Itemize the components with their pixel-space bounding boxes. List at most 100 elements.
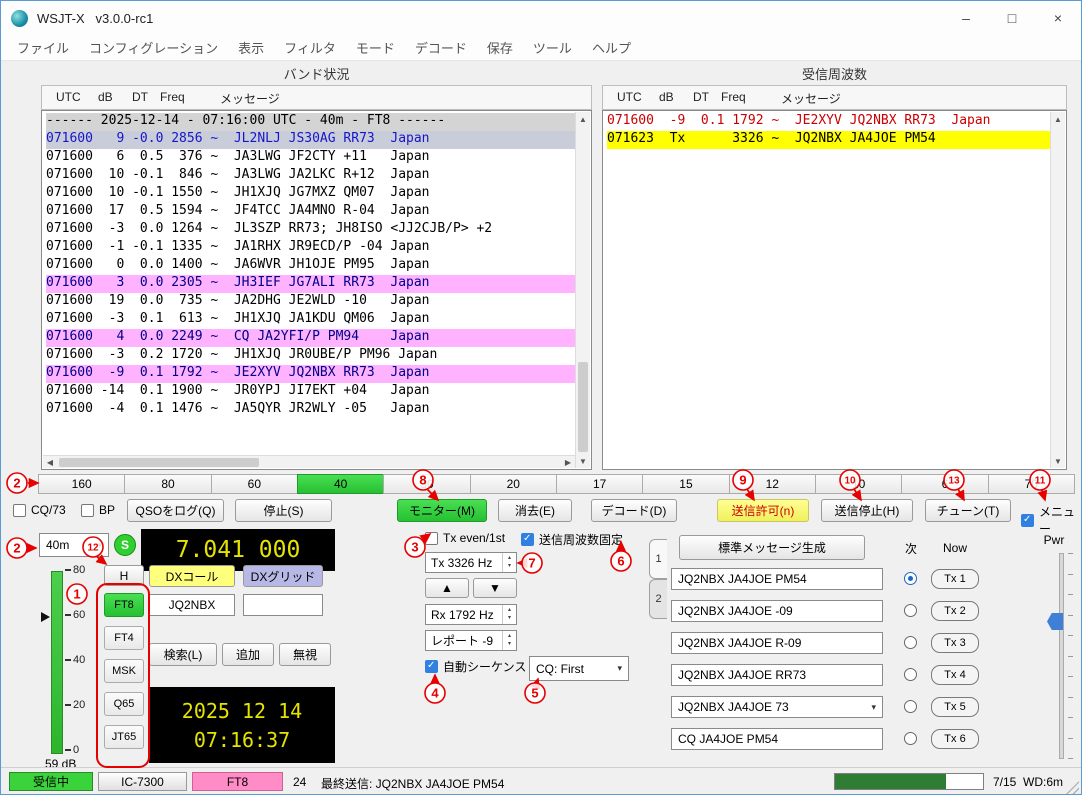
- menu-item[interactable]: ツール: [523, 38, 582, 57]
- s-indicator[interactable]: S: [114, 534, 136, 556]
- band-select[interactable]: 40m ▾: [39, 533, 109, 557]
- mode-button-q65[interactable]: Q65: [104, 692, 144, 716]
- minimize-button[interactable]: –: [943, 1, 989, 35]
- mode-button-ft8[interactable]: FT8: [104, 593, 144, 617]
- tx-now-button-3[interactable]: Tx 3: [931, 633, 979, 653]
- menu-item[interactable]: ファイル: [7, 38, 79, 57]
- next-radio-1[interactable]: [904, 572, 917, 585]
- monitor-button[interactable]: モニター(M): [397, 499, 487, 522]
- menu-item[interactable]: 表示: [228, 38, 274, 57]
- log-qso-button[interactable]: QSOをログ(Q): [127, 499, 224, 522]
- decode-row[interactable]: 071600 -3 0.2 1720 ~ JH1XJQ JR0UBE/P PM9…: [46, 347, 575, 365]
- tx-even-checkbox[interactable]: Tx even/1st: [425, 531, 505, 545]
- decode-row[interactable]: 071600 -9 0.1 1792 ~ JE2XYV JQ2NBX RR73 …: [607, 113, 1050, 131]
- band-button-17[interactable]: 17: [555, 474, 644, 494]
- decode-row[interactable]: 071600 -14 0.1 1900 ~ JR0YPJ JI7EKT +04 …: [46, 383, 575, 401]
- decode-row[interactable]: ------ 2025-12-14 - 07:16:00 UTC - 40m -…: [46, 113, 575, 131]
- dx-call-button[interactable]: DXコール: [149, 565, 235, 587]
- h-button[interactable]: H: [104, 565, 144, 586]
- decode-row[interactable]: 071600 -3 0.1 613 ~ JH1XJQ JA1KDU QM06 J…: [46, 311, 575, 329]
- h-scrollbar[interactable]: ◀ ▶: [43, 455, 575, 468]
- menu-item[interactable]: コンフィグレーション: [79, 38, 228, 57]
- band-button-80[interactable]: 80: [124, 474, 212, 494]
- band-button-60[interactable]: 60: [210, 474, 298, 494]
- decode-row[interactable]: 071600 -4 0.1 1476 ~ JA5QYR JR2WLY -05 J…: [46, 401, 575, 419]
- dx-call-field[interactable]: JQ2NBX: [149, 594, 235, 616]
- decode-row[interactable]: 071600 4 0.0 2249 ~ CQ JA2YFI/P PM94 Jap…: [46, 329, 575, 347]
- next-radio-6[interactable]: [904, 732, 917, 745]
- decode-row[interactable]: 071600 3 0.0 2305 ~ JH3IEF JG7ALI RR73 J…: [46, 275, 575, 293]
- message-field-5[interactable]: JQ2NBX JA4JOE 73 ▾: [671, 696, 883, 718]
- decode-row[interactable]: 071623 Tx 3326 ~ JQ2NBX JA4JOE PM54: [607, 131, 1050, 149]
- enable-tx-button[interactable]: 送信許可(n): [717, 499, 809, 522]
- title-bar[interactable]: WSJT-X v3.0.0-rc1 – □ ×: [1, 1, 1081, 35]
- tab-1[interactable]: 1: [649, 539, 667, 579]
- band-button-40[interactable]: 40: [296, 474, 385, 494]
- halt-button[interactable]: 停止(S): [235, 499, 332, 522]
- menu-item[interactable]: ヘルプ: [582, 38, 641, 57]
- menu-item[interactable]: デコード: [405, 38, 477, 57]
- scroll-left-icon[interactable]: ◀: [43, 456, 57, 469]
- decode-row[interactable]: 071600 -3 0.0 1264 ~ JL3SZP RR73; JH8ISO…: [46, 221, 575, 239]
- band-button-15[interactable]: 15: [642, 474, 730, 494]
- spinner-arrows-icon[interactable]: ▴ ▾: [502, 631, 516, 650]
- message-field-3[interactable]: JQ2NBX JA4JOE R-09: [671, 632, 883, 654]
- decode-row[interactable]: 071600 6 0.5 376 ~ JA3LWG JF2CTY +11 Jap…: [46, 149, 575, 167]
- scroll-right-icon[interactable]: ▶: [561, 456, 575, 469]
- tx-freq-spinner[interactable]: Tx 3326 Hz ▴ ▾: [425, 552, 517, 573]
- mode-button-ft4[interactable]: FT4: [104, 626, 144, 650]
- next-radio-3[interactable]: [904, 636, 917, 649]
- next-radio-5[interactable]: [904, 700, 917, 713]
- spinner-arrows-icon[interactable]: ▴ ▾: [502, 553, 516, 572]
- close-button[interactable]: ×: [1035, 1, 1081, 35]
- message-field-6[interactable]: CQ JA4JOE PM54: [671, 728, 883, 750]
- scroll-up-icon[interactable]: ▲: [1051, 112, 1065, 126]
- scroll-down-icon[interactable]: ▼: [576, 454, 590, 468]
- decode-row[interactable]: 071600 19 0.0 735 ~ JA2DHG JE2WLD -10 Ja…: [46, 293, 575, 311]
- hold-tx-freq-checkbox[interactable]: 送信周波数固定: [521, 531, 623, 548]
- band-button-10[interactable]: 10: [814, 474, 903, 494]
- decode-button[interactable]: デコード(D): [591, 499, 677, 522]
- scroll-up-icon[interactable]: ▲: [576, 112, 590, 126]
- cq73-checkbox[interactable]: CQ/73: [13, 503, 66, 517]
- ignore-button[interactable]: 無視: [279, 643, 331, 666]
- decode-row[interactable]: 071600 10 -0.1 846 ~ JA3LWG JA2LKC R+12 …: [46, 167, 575, 185]
- tune-button[interactable]: チューン(T): [925, 499, 1011, 522]
- message-field-2[interactable]: JQ2NBX JA4JOE -09: [671, 600, 883, 622]
- pwr-slider-track[interactable]: [1059, 553, 1064, 759]
- band-button-160[interactable]: 160: [38, 474, 126, 494]
- resize-grip[interactable]: [1066, 781, 1079, 794]
- dx-grid-field[interactable]: [243, 594, 323, 616]
- message-field-4[interactable]: JQ2NBX JA4JOE RR73: [671, 664, 883, 686]
- spinner-arrows-icon[interactable]: ▴ ▾: [502, 605, 516, 624]
- pwr-slider-handle[interactable]: [1047, 613, 1063, 630]
- v-scrollbar[interactable]: ▲ ▼: [1050, 112, 1065, 468]
- band-button-20[interactable]: 20: [469, 474, 557, 494]
- decode-row[interactable]: 071600 -1 -0.1 1335 ~ JA1RHX JR9ECD/P -0…: [46, 239, 575, 257]
- mode-button-msk[interactable]: MSK: [104, 659, 144, 683]
- generate-messages-button[interactable]: 標準メッセージ生成: [679, 535, 865, 560]
- decode-row[interactable]: 071600 9 -0.0 2856 ~ JL2NLJ JS30AG RR73 …: [46, 131, 575, 149]
- auto-seq-checkbox[interactable]: 自動シーケンス: [425, 658, 526, 675]
- rig-button[interactable]: IC-7300: [98, 772, 187, 791]
- next-radio-4[interactable]: [904, 668, 917, 681]
- message-field-1[interactable]: JQ2NBX JA4JOE PM54: [671, 568, 883, 590]
- maximize-button[interactable]: □: [989, 1, 1035, 35]
- cq-mode-select[interactable]: CQ: First ▾: [529, 656, 629, 681]
- add-button[interactable]: 追加: [222, 643, 274, 666]
- decode-row[interactable]: 071600 17 0.5 1594 ~ JF4TCC JA4MNO R-04 …: [46, 203, 575, 221]
- tx-now-button-6[interactable]: Tx 6: [931, 729, 979, 749]
- scroll-down-icon[interactable]: ▼: [1051, 454, 1065, 468]
- erase-button[interactable]: 消去(E): [498, 499, 572, 522]
- band-button-6[interactable]: 6: [901, 474, 989, 494]
- tx-freq-up-button[interactable]: ▲: [425, 578, 469, 598]
- v-scrollbar[interactable]: ▲ ▼: [575, 112, 590, 468]
- scrollbar-thumb[interactable]: [578, 362, 588, 452]
- tx-now-button-1[interactable]: Tx 1: [931, 569, 979, 589]
- mode-button-jt65[interactable]: JT65: [104, 725, 144, 749]
- lookup-button[interactable]: 検索(L): [149, 643, 217, 666]
- tx-now-button-4[interactable]: Tx 4: [931, 665, 979, 685]
- rx-freq-spinner[interactable]: Rx 1792 Hz ▴ ▾: [425, 604, 517, 625]
- menu-item[interactable]: モード: [346, 38, 405, 57]
- scrollbar-thumb[interactable]: [59, 458, 259, 467]
